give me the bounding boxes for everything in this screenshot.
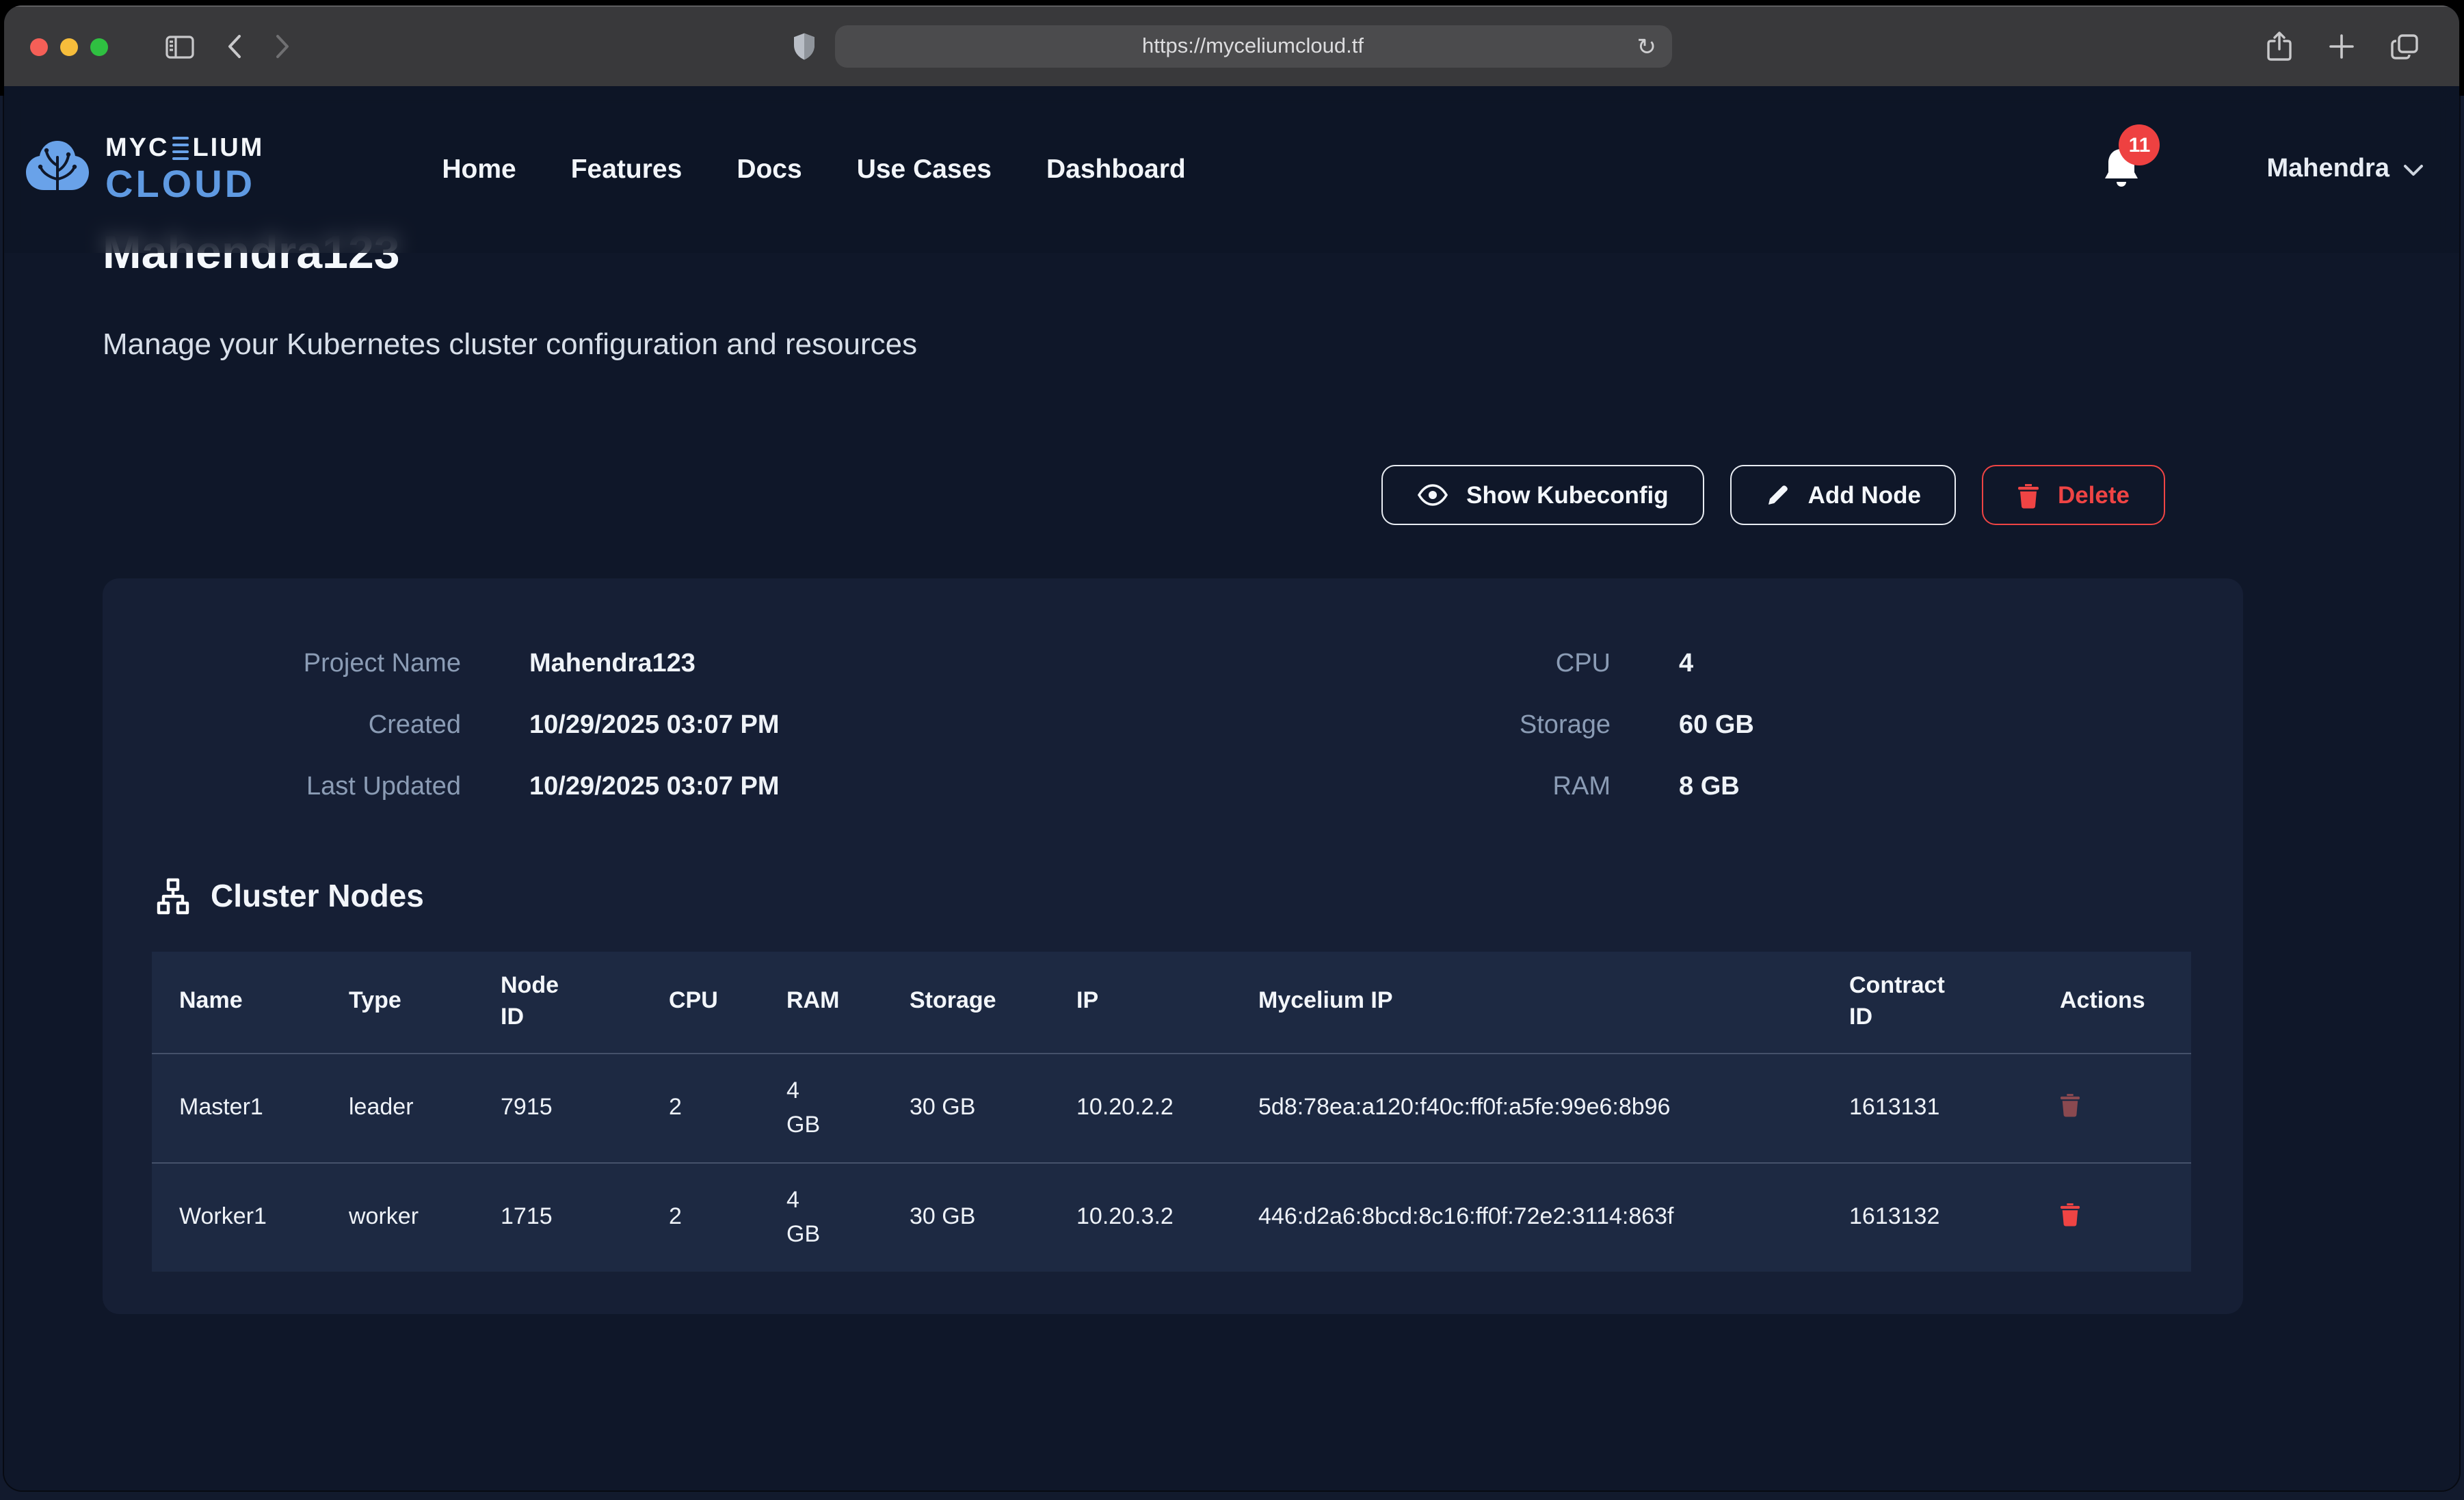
cell-storage: 30 GB bbox=[882, 1054, 1049, 1163]
cell-ip: 10.20.3.2 bbox=[1049, 1163, 1231, 1272]
nav-item-use-cases[interactable]: Use Cases bbox=[857, 154, 992, 185]
cell-type: leader bbox=[321, 1054, 473, 1163]
cluster-page: Mahendra123 Manage your Kubernetes clust… bbox=[4, 86, 2243, 1314]
table-row: Master1 leader 7915 2 4 GB 30 GB 10.20.2… bbox=[152, 1054, 2191, 1163]
cluster-nodes-table: Name Type Node ID CPU RAM Storage IP Myc… bbox=[152, 952, 2191, 1272]
info-project-name: Project Name Mahendra123 bbox=[152, 649, 1145, 680]
address-bar[interactable]: https://myceliumcloud.tf ↻ bbox=[834, 25, 1671, 68]
traffic-lights bbox=[4, 38, 108, 55]
site-viewport: MYC LIUM CLOUD Home Features Docs Use Ca… bbox=[4, 86, 2459, 1490]
notifications-button[interactable]: 11 bbox=[2103, 146, 2144, 193]
trash-icon bbox=[2060, 1202, 2080, 1227]
cell-ram: 4 GB bbox=[759, 1163, 882, 1272]
user-name: Mahendra bbox=[2267, 155, 2390, 185]
main-nav: Home Features Docs Use Cases Dashboard bbox=[442, 154, 1185, 185]
logo-wordmark-line1: MYC LIUM bbox=[105, 135, 264, 161]
browser-window: https://myceliumcloud.tf ↻ bbox=[4, 5, 2459, 1490]
info-ram: RAM 8 GB bbox=[1200, 773, 2194, 803]
cell-actions bbox=[2032, 1163, 2191, 1272]
sidebar-toggle-icon[interactable] bbox=[165, 35, 194, 58]
site-header: MYC LIUM CLOUD Home Features Docs Use Ca… bbox=[4, 86, 2459, 253]
col-ip: IP bbox=[1049, 952, 1231, 1054]
trash-icon bbox=[2018, 482, 2040, 508]
col-mycelium-ip: Mycelium IP bbox=[1231, 952, 1822, 1054]
col-type: Type bbox=[321, 952, 473, 1054]
minimize-window-button[interactable] bbox=[60, 38, 78, 55]
table-row: Worker1 worker 1715 2 4 GB 30 GB 10.20.3… bbox=[152, 1163, 2191, 1272]
show-kubeconfig-button[interactable]: Show Kubeconfig bbox=[1381, 465, 1704, 525]
cell-contract-id: 1613131 bbox=[1822, 1054, 2032, 1163]
cell-contract-id: 1613132 bbox=[1822, 1163, 2032, 1272]
cluster-info-card: Project Name Mahendra123 Created 10/29/2… bbox=[103, 578, 2243, 1314]
address-bar-url: https://myceliumcloud.tf bbox=[1142, 34, 1364, 59]
col-actions: Actions bbox=[2032, 952, 2191, 1054]
info-cpu: CPU 4 bbox=[1200, 649, 2194, 680]
notification-badge: 11 bbox=[2119, 124, 2160, 165]
col-cpu: CPU bbox=[641, 952, 759, 1054]
logo-stylized-e bbox=[172, 136, 189, 160]
nav-item-docs[interactable]: Docs bbox=[737, 154, 802, 185]
info-created: Created 10/29/2025 03:07 PM bbox=[152, 711, 1145, 741]
chevron-down-icon bbox=[2403, 163, 2424, 176]
nav-item-home[interactable]: Home bbox=[442, 154, 516, 185]
table-header-row: Name Type Node ID CPU RAM Storage IP Myc… bbox=[152, 952, 2191, 1054]
cell-name: Master1 bbox=[152, 1054, 321, 1163]
cell-storage: 30 GB bbox=[882, 1163, 1049, 1272]
cell-actions bbox=[2032, 1054, 2191, 1163]
browser-toolbar: https://myceliumcloud.tf ↻ bbox=[4, 5, 2459, 86]
close-window-button[interactable] bbox=[30, 38, 48, 55]
zoom-window-button[interactable] bbox=[90, 38, 108, 55]
col-node-id: Node ID bbox=[473, 952, 641, 1054]
site-logo[interactable]: MYC LIUM CLOUD bbox=[23, 135, 264, 204]
col-ram: RAM bbox=[759, 952, 882, 1054]
user-menu[interactable]: Mahendra bbox=[2267, 155, 2424, 185]
delete-node-button[interactable] bbox=[2060, 1202, 2080, 1227]
cluster-actions: Show Kubeconfig Add Node bbox=[103, 465, 2165, 525]
cell-node-id: 7915 bbox=[473, 1054, 641, 1163]
cluster-nodes-heading: Cluster Nodes bbox=[155, 878, 2194, 915]
col-name: Name bbox=[152, 952, 321, 1054]
new-tab-icon[interactable] bbox=[2329, 34, 2354, 59]
col-contract-id: Contract ID bbox=[1822, 952, 2032, 1054]
share-icon[interactable] bbox=[2266, 31, 2292, 62]
cell-cpu: 2 bbox=[641, 1163, 759, 1272]
nav-item-dashboard[interactable]: Dashboard bbox=[1046, 154, 1186, 185]
eye-icon bbox=[1417, 484, 1448, 506]
trash-icon bbox=[2060, 1093, 2080, 1117]
cell-name: Worker1 bbox=[152, 1163, 321, 1272]
cell-mycelium-ip: 5d8:78ea:a120:f40c:ff0f:a5fe:99e6:8b96 bbox=[1231, 1054, 1822, 1163]
network-icon bbox=[155, 878, 191, 915]
cell-cpu: 2 bbox=[641, 1054, 759, 1163]
info-last-updated: Last Updated 10/29/2025 03:07 PM bbox=[152, 773, 1145, 803]
pencil-icon bbox=[1766, 483, 1790, 507]
reload-icon[interactable]: ↻ bbox=[1637, 35, 1657, 58]
cell-node-id: 1715 bbox=[473, 1163, 641, 1272]
delete-node-button[interactable] bbox=[2060, 1093, 2080, 1117]
mycelium-cloud-logo-icon bbox=[23, 138, 92, 201]
cell-type: worker bbox=[321, 1163, 473, 1272]
back-button[interactable] bbox=[227, 34, 242, 59]
tab-overview-icon[interactable] bbox=[2391, 34, 2418, 59]
privacy-shield-icon[interactable] bbox=[792, 32, 815, 61]
add-node-button[interactable]: Add Node bbox=[1730, 465, 1957, 525]
cell-ram: 4 GB bbox=[759, 1054, 882, 1163]
nav-item-features[interactable]: Features bbox=[571, 154, 683, 185]
logo-wordmark-line2: CLOUD bbox=[105, 165, 264, 204]
forward-button[interactable] bbox=[275, 34, 290, 59]
col-storage: Storage bbox=[882, 952, 1049, 1054]
delete-cluster-button[interactable]: Delete bbox=[1983, 465, 2165, 525]
cell-mycelium-ip: 446:d2a6:8bcd:8c16:ff0f:72e2:3114:863f bbox=[1231, 1163, 1822, 1272]
info-storage: Storage 60 GB bbox=[1200, 711, 2194, 741]
cell-ip: 10.20.2.2 bbox=[1049, 1054, 1231, 1163]
page-subtitle: Manage your Kubernetes cluster configura… bbox=[103, 327, 2243, 362]
